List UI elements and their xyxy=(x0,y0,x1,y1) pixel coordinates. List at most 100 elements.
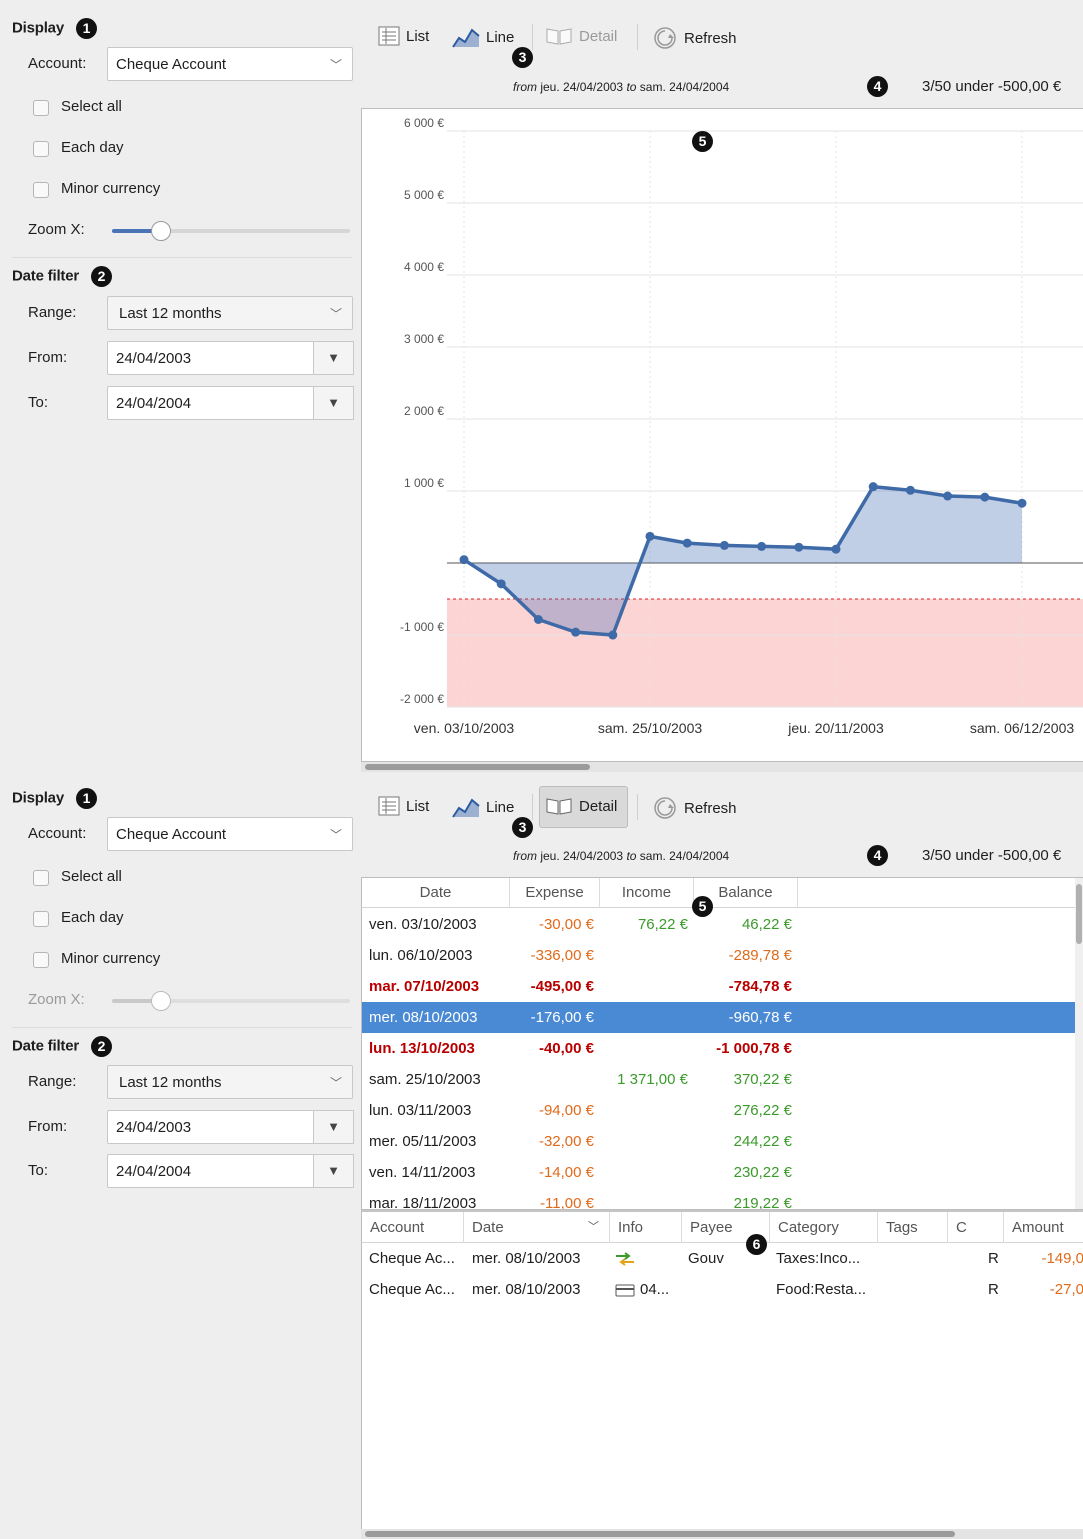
cell-amount: -27,0 xyxy=(1049,1281,1083,1298)
table-row[interactable]: mer. 05/11/2003 -32,00 € 244,22 € xyxy=(362,1126,1078,1157)
account-select[interactable]: Cheque Account ﹀ xyxy=(107,817,353,851)
account-label: Account: xyxy=(28,55,87,72)
table-row[interactable]: lun. 06/10/2003 -336,00 € -289,78 € xyxy=(362,940,1078,971)
operations-horizontal-scrollbar[interactable] xyxy=(361,1529,1083,1539)
scrollbar-thumb[interactable] xyxy=(1076,884,1082,944)
to-date-dropdown-button[interactable]: ▼ xyxy=(314,386,354,420)
table-row[interactable]: ven. 03/10/2003 -30,00 €76,22 €46,22 € xyxy=(362,909,1078,940)
list-icon xyxy=(378,26,400,46)
to-date-field[interactable]: 24/04/2004 xyxy=(107,386,314,420)
card-icon xyxy=(615,1284,635,1297)
table-header: Date Expense Income Balance xyxy=(362,878,1083,908)
date-filter-section-title: Date filter 2 xyxy=(12,1036,112,1057)
y-tick-label: 2 000 € xyxy=(404,404,444,418)
balance-table[interactable]: Date Expense Income Balance ven. 03/10/2… xyxy=(361,877,1083,1210)
callout-badge: 4 xyxy=(867,845,888,866)
chevron-down-icon: ﹀ xyxy=(329,828,342,842)
cell-expense: -14,00 € xyxy=(538,1164,594,1181)
column-header-account[interactable]: Account xyxy=(362,1212,464,1243)
column-header-expense[interactable]: Expense xyxy=(510,878,600,908)
line-button[interactable]: Line xyxy=(452,796,514,818)
display-section-title: Display 1 xyxy=(12,788,97,809)
x-tick-label: jeu. 20/11/2003 xyxy=(787,720,884,736)
y-tick-label: 4 000 € xyxy=(404,260,444,274)
callout-badge: 4 xyxy=(867,76,888,97)
detail-label: Detail xyxy=(579,27,618,45)
y-tick-label: -2 000 € xyxy=(400,692,444,706)
data-point xyxy=(608,630,618,640)
y-tick-label: 5 000 € xyxy=(404,188,444,202)
cell-payee: Gouv xyxy=(688,1250,724,1267)
from-date-dropdown-button[interactable]: ▼ xyxy=(314,341,354,375)
table-row[interactable]: lun. 03/11/2003 -94,00 € 276,22 € xyxy=(362,1095,1078,1126)
detail-button[interactable]: Detail xyxy=(545,26,617,46)
callout-badge: 6 xyxy=(746,1234,767,1255)
range-select[interactable]: Last 12 months ﹀ xyxy=(107,1065,353,1099)
zoom-slider-thumb xyxy=(151,991,171,1011)
list-icon xyxy=(378,796,400,816)
line-chart-icon xyxy=(452,28,480,48)
display-title: Display xyxy=(12,789,64,807)
list-button[interactable]: List xyxy=(378,26,429,46)
table-row[interactable]: ven. 14/11/2003 -14,00 € 230,22 € xyxy=(362,1157,1078,1188)
y-tick-label: 3 000 € xyxy=(404,332,444,346)
callout-badge: 1 xyxy=(75,788,97,809)
chevron-down-icon: ▼ xyxy=(327,1119,340,1134)
x-tick-label: sam. 06/12/2003 xyxy=(970,720,1075,736)
range-select[interactable]: Last 12 months ﹀ xyxy=(107,296,353,330)
column-header-amount[interactable]: Amount xyxy=(1004,1212,1083,1243)
account-label: Account: xyxy=(28,825,87,842)
cell-income: 76,22 € xyxy=(637,916,688,933)
to-date-field[interactable]: 24/04/2004 xyxy=(107,1154,314,1188)
table-row[interactable]: sam. 25/10/2003 1 371,00 € 370,22 € xyxy=(362,1064,1078,1095)
cell-balance: 230,22 € xyxy=(733,1164,792,1181)
table-row[interactable]: lun. 13/10/2003 -40,00 € -1 000,78 € xyxy=(362,1033,1078,1064)
table-vertical-scrollbar[interactable] xyxy=(1075,878,1083,1209)
account-select[interactable]: Cheque Account ﹀ xyxy=(107,47,353,81)
minor-currency-checkbox[interactable] xyxy=(33,182,49,198)
table-row[interactable]: mer. 08/10/2003 -176,00 € -960,78 € xyxy=(362,1002,1078,1033)
chevron-down-icon: ▼ xyxy=(327,395,340,410)
select-all-checkbox[interactable] xyxy=(33,870,49,886)
list-button[interactable]: List xyxy=(378,796,429,816)
table-row[interactable]: mar. 18/11/2003 -11,00 € 219,22 € xyxy=(362,1188,1078,1210)
cell-balance: -1 000,78 € xyxy=(716,1040,792,1057)
column-header-date[interactable]: Date xyxy=(362,878,510,908)
column-header-info[interactable]: Info xyxy=(610,1212,682,1243)
y-tick-label: 1 000 € xyxy=(404,476,444,490)
operations-table[interactable]: Account Date ﹀ Info Payee Category Tags C… xyxy=(361,1210,1083,1539)
to-date-dropdown-button[interactable]: ▼ xyxy=(314,1154,354,1188)
transfer-icon xyxy=(616,1252,634,1266)
data-point xyxy=(682,538,692,548)
cell-expense: -40,00 € xyxy=(538,1040,594,1057)
select-all-checkbox[interactable] xyxy=(33,100,49,116)
column-header-c[interactable]: C xyxy=(948,1212,1004,1243)
column-header-category[interactable]: Category xyxy=(770,1212,878,1243)
from-date-field[interactable]: 24/04/2003 xyxy=(107,341,314,375)
column-header-date[interactable]: Date ﹀ xyxy=(464,1212,610,1243)
from-date-dropdown-button[interactable]: ▼ xyxy=(314,1110,354,1144)
from-date-value: 24/04/2003 xyxy=(116,1119,192,1136)
cell-info xyxy=(614,1243,640,1274)
each-day-checkbox[interactable] xyxy=(33,911,49,927)
each-day-checkbox[interactable] xyxy=(33,141,49,157)
table-row[interactable]: mar. 07/10/2003 -495,00 € -784,78 € xyxy=(362,971,1078,1002)
operation-row[interactable]: Cheque Ac... mer. 08/10/2003 Gouv Taxes:Inc… xyxy=(362,1243,1083,1274)
refresh-button[interactable]: Refresh xyxy=(652,26,737,50)
cell-income xyxy=(600,1095,688,1126)
line-button[interactable]: Line xyxy=(452,26,514,48)
callout-badge: 1 xyxy=(75,18,97,39)
zoom-slider-thumb[interactable] xyxy=(151,221,171,241)
column-header-tags[interactable]: Tags xyxy=(878,1212,948,1243)
minor-currency-checkbox[interactable] xyxy=(33,952,49,968)
from-date-field[interactable]: 24/04/2003 xyxy=(107,1110,314,1144)
callout-badge: 5 xyxy=(692,131,713,152)
refresh-button[interactable]: Refresh xyxy=(652,796,737,820)
scrollbar-thumb[interactable] xyxy=(365,1531,955,1537)
column-header-income[interactable]: Income xyxy=(600,878,694,908)
balance-chart[interactable]: 6 000 € 5 000 € 4 000 € 3 000 € 2 000 € 1 000… xyxy=(361,108,1083,762)
cell-balance: 219,22 € xyxy=(733,1195,792,1210)
data-point xyxy=(496,579,506,589)
detail-button[interactable]: Detail xyxy=(545,796,617,816)
operation-row[interactable]: Cheque Ac... mer. 08/10/2003 Food:Resta...… xyxy=(362,1274,1083,1305)
